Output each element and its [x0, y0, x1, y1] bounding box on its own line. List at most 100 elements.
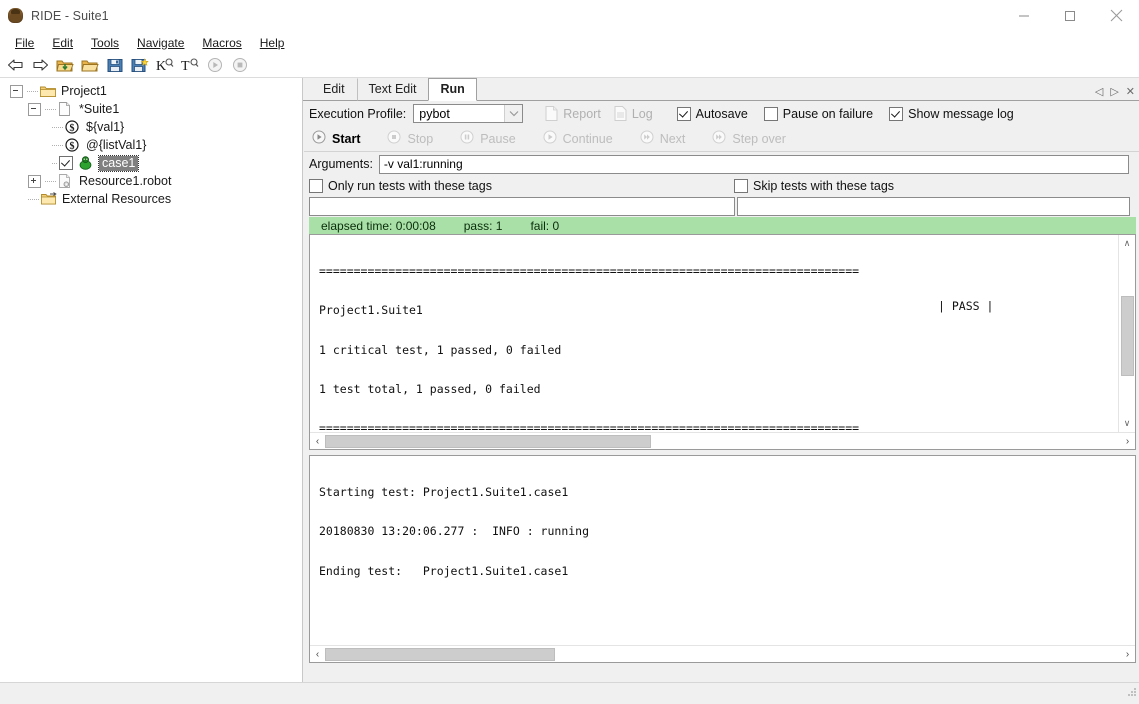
menu-macros-label: Macros	[202, 35, 242, 50]
scroll-right-icon[interactable]: ›	[1120, 433, 1135, 449]
minimize-icon[interactable]	[1001, 0, 1047, 31]
console-output-text[interactable]: ========================================…	[310, 235, 1118, 432]
pause-icon	[460, 130, 474, 147]
message-log-hscroll-track[interactable]	[325, 646, 1120, 662]
execution-profile-select[interactable]: pybot	[413, 104, 524, 123]
console-hscroll-thumb[interactable]	[325, 435, 651, 448]
forward-arrow-icon[interactable]	[29, 55, 51, 75]
tree-item-val1[interactable]: $ ${val1}	[0, 118, 302, 136]
menu-edit[interactable]: Edit	[43, 34, 82, 52]
scroll-left-icon[interactable]: ‹	[310, 433, 325, 449]
message-log-line: Ending test: Project1.Suite1.case1	[319, 563, 569, 578]
tree-checkbox-case1[interactable]	[59, 156, 73, 170]
step-over-label: Step over	[732, 131, 786, 146]
save-all-icon[interactable]	[129, 55, 151, 75]
tree-item-case1[interactable]: case1	[0, 154, 302, 172]
chevron-down-icon[interactable]	[504, 105, 523, 122]
open-file-icon[interactable]	[79, 55, 101, 75]
menu-navigate[interactable]: Navigate	[128, 34, 193, 52]
tab-navigation: ◁ ▷ ✕	[1095, 87, 1135, 98]
stop-icon[interactable]	[229, 55, 251, 75]
run-icon[interactable]	[204, 55, 226, 75]
autosave-checkbox-wrap[interactable]: Autosave	[676, 106, 748, 121]
scroll-up-icon[interactable]: ∧	[1119, 235, 1135, 252]
skip-tags-input[interactable]	[737, 196, 1130, 216]
open-directory-icon[interactable]	[54, 55, 76, 75]
pause-button: Pause	[460, 130, 516, 147]
search-keyword-icon[interactable]: K	[154, 55, 176, 75]
report-label[interactable]: Report	[563, 107, 601, 121]
console-vscroll-track[interactable]	[1119, 252, 1135, 415]
only-run-tags-label: Only run tests with these tags	[328, 178, 492, 193]
svg-text:$: $	[70, 123, 75, 134]
maximize-icon[interactable]	[1047, 0, 1093, 31]
tree-item-suite1[interactable]: *Suite1	[0, 100, 302, 118]
tab-text-edit-label: Text Edit	[368, 82, 417, 96]
resize-grip-icon[interactable]	[1125, 685, 1137, 697]
tree-item-resource1[interactable]: Resource1.robot	[0, 172, 302, 190]
show-message-log-checkbox[interactable]	[889, 106, 904, 121]
report-icon[interactable]	[545, 106, 558, 121]
tab-edit[interactable]: Edit	[311, 78, 357, 101]
only-run-tags-input[interactable]	[309, 196, 735, 216]
arguments-input[interactable]: -v val1:running	[378, 154, 1129, 174]
pause-on-failure-checkbox[interactable]	[763, 106, 778, 121]
menu-tools[interactable]: Tools	[82, 34, 128, 52]
log-label[interactable]: Log	[632, 107, 653, 121]
message-log-body: Starting test: Project1.Suite1.case1 201…	[310, 456, 1135, 645]
pause-on-failure-checkbox-wrap[interactable]: Pause on failure	[763, 106, 874, 121]
console-hscroll-track[interactable]	[325, 433, 1120, 449]
scroll-right-icon[interactable]: ›	[1120, 646, 1135, 662]
skip-tags-wrap[interactable]: Skip tests with these tags	[734, 178, 895, 193]
expander-resource1[interactable]	[28, 174, 41, 188]
message-log-hscroll-thumb[interactable]	[325, 648, 555, 661]
menu-macros[interactable]: Macros	[193, 34, 250, 52]
start-label: Start	[332, 131, 361, 146]
pause-label: Pause	[480, 131, 516, 146]
menu-file[interactable]: File	[6, 34, 43, 52]
scroll-left-icon[interactable]: ‹	[310, 646, 325, 662]
testcase-icon	[78, 156, 94, 171]
console-vscroll-thumb[interactable]	[1121, 296, 1134, 376]
console-output-body: ========================================…	[310, 235, 1135, 432]
tab-run[interactable]: Run	[428, 78, 477, 101]
only-run-tags-checkbox[interactable]	[309, 178, 323, 193]
window-title: RIDE - Suite1	[31, 8, 109, 23]
pause-on-failure-label: Pause on failure	[782, 106, 874, 121]
project-tree: Project1 *Suite1 $ ${val1} $ @{listVal1}…	[0, 82, 302, 208]
autosave-checkbox[interactable]	[676, 106, 691, 121]
tab-close-icon[interactable]: ✕	[1126, 87, 1135, 98]
back-arrow-icon[interactable]	[4, 55, 26, 75]
scroll-down-icon[interactable]: ∨	[1119, 415, 1135, 432]
tree-label-resource1: Resource1.robot	[79, 173, 172, 188]
search-tests-icon[interactable]: T	[179, 55, 201, 75]
skip-tags-checkbox[interactable]	[734, 178, 748, 193]
tree-label-suite1: *Suite1	[79, 101, 120, 116]
log-icon[interactable]	[614, 106, 627, 121]
expander-suite1[interactable]	[28, 102, 41, 116]
arguments-label: Arguments:	[309, 157, 373, 171]
tree-item-external-resources[interactable]: External Resources	[0, 190, 302, 208]
run-status-bar: elapsed time: 0:00:08 pass: 1 fail: 0	[309, 217, 1136, 234]
menu-file-label: File	[15, 35, 35, 50]
message-log-horizontal-scrollbar[interactable]: ‹ ›	[310, 645, 1135, 662]
main-toolbar: K T	[0, 53, 1139, 78]
message-log-text[interactable]: Starting test: Project1.Suite1.case1 201…	[310, 456, 1135, 645]
console-horizontal-scrollbar[interactable]: ‹ ›	[310, 432, 1135, 449]
close-icon[interactable]	[1093, 0, 1139, 31]
svg-text:T: T	[181, 59, 190, 73]
console-vertical-scrollbar[interactable]: ∧ ∨	[1118, 235, 1135, 432]
svg-text:K: K	[156, 59, 166, 73]
show-message-log-checkbox-wrap[interactable]: Show message log	[889, 106, 1014, 121]
expander-project1[interactable]	[10, 84, 23, 98]
tab-text-edit[interactable]: Text Edit	[356, 78, 429, 101]
start-button[interactable]: Start	[312, 130, 360, 147]
skip-tags-label: Skip tests with these tags	[753, 178, 895, 193]
menu-help[interactable]: Help	[251, 34, 294, 52]
only-run-tags-wrap[interactable]: Only run tests with these tags	[309, 178, 734, 193]
save-icon[interactable]	[104, 55, 126, 75]
tab-prev-icon[interactable]: ◁	[1095, 87, 1103, 98]
tree-item-project1[interactable]: Project1	[0, 82, 302, 100]
tab-next-icon[interactable]: ▷	[1110, 87, 1118, 98]
tree-item-listval1[interactable]: $ @{listVal1}	[0, 136, 302, 154]
